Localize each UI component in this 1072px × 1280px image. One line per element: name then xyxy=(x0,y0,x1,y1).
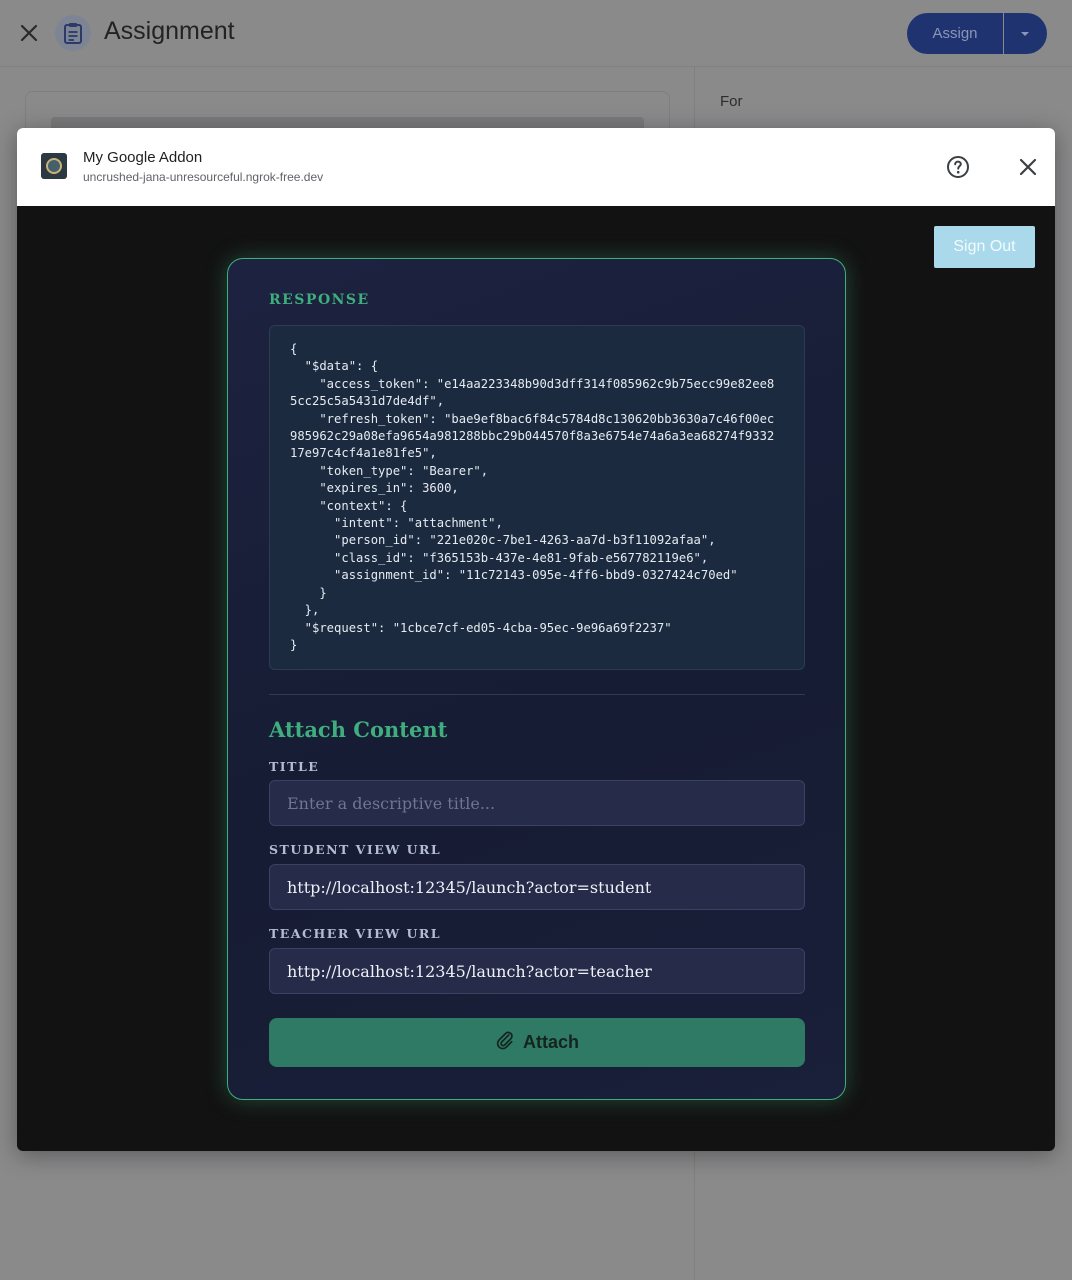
student-view-url-label: STUDENT VIEW URL xyxy=(269,842,442,857)
student-view-url-input[interactable] xyxy=(269,864,805,910)
addon-url: uncrushed-jana-unresourceful.ngrok-free.… xyxy=(83,170,324,184)
header-divider xyxy=(0,66,1072,67)
response-code-block: { "$data": { "access_token": "e14aa22334… xyxy=(269,325,805,670)
top-bar: Assignment Assign xyxy=(0,0,1072,66)
close-icon[interactable] xyxy=(17,21,41,45)
response-label: RESPONSE xyxy=(269,292,370,308)
help-icon[interactable] xyxy=(946,155,970,179)
teacher-view-url-input[interactable] xyxy=(269,948,805,994)
close-icon[interactable] xyxy=(1016,155,1040,179)
attach-button[interactable]: Attach xyxy=(269,1018,805,1067)
paperclip-icon xyxy=(495,1030,515,1055)
assign-button[interactable]: Assign xyxy=(907,13,1003,54)
title-input[interactable] xyxy=(269,780,805,826)
section-divider xyxy=(269,694,805,695)
addon-dialog-header: My Google Addon uncrushed-jana-unresourc… xyxy=(17,128,1055,206)
sign-out-button[interactable]: Sign Out xyxy=(934,226,1035,268)
assign-dropdown-button[interactable] xyxy=(1004,13,1047,54)
addon-name: My Google Addon xyxy=(83,149,203,166)
attach-button-label: Attach xyxy=(522,1032,579,1052)
chevron-down-icon xyxy=(1021,32,1029,36)
title-label: TITLE xyxy=(269,759,320,774)
response-json: { "$data": { "access_token": "e14aa22334… xyxy=(290,342,775,652)
response-panel: RESPONSE { "$data": { "access_token": "e… xyxy=(227,258,846,1100)
for-label: For xyxy=(720,93,743,110)
addon-logo-icon xyxy=(41,153,67,179)
addon-dialog: My Google Addon uncrushed-jana-unresourc… xyxy=(17,128,1055,1151)
attach-content-heading: Attach Content xyxy=(269,717,448,742)
assignment-icon xyxy=(55,15,91,51)
teacher-view-url-label: TEACHER VIEW URL xyxy=(269,926,442,941)
page-title: Assignment xyxy=(104,17,235,45)
